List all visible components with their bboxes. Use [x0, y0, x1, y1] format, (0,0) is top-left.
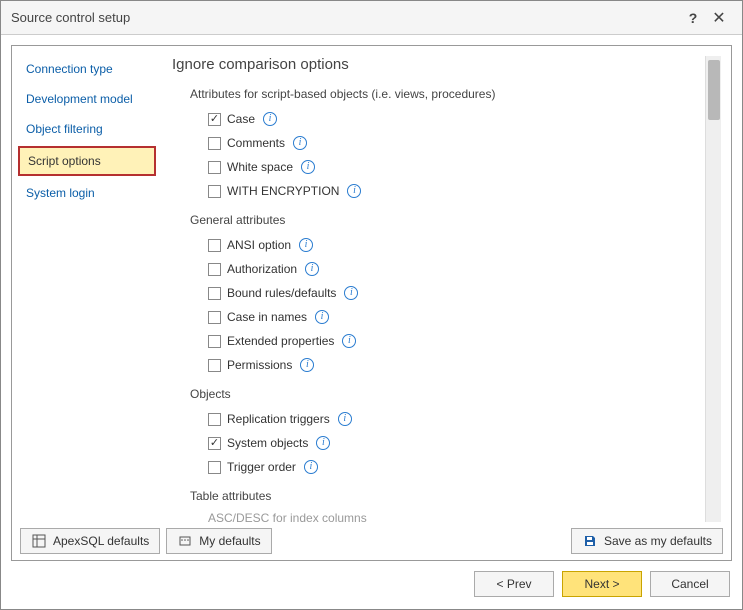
cancel-button[interactable]: Cancel: [650, 571, 730, 597]
defaults-toolbar: ApexSQL defaults My defaults Save as my …: [12, 522, 731, 560]
option-label: Case: [227, 112, 255, 126]
info-icon[interactable]: i: [263, 112, 277, 126]
button-label: Save as my defaults: [604, 534, 712, 548]
option-checkbox[interactable]: [208, 185, 221, 198]
sidebar-item-label: Development model: [26, 92, 133, 106]
sidebar-item-label: System login: [26, 186, 95, 200]
info-icon[interactable]: i: [293, 136, 307, 150]
inner-panel: Connection type Development model Object…: [11, 45, 732, 561]
option-row: White space i: [208, 157, 693, 177]
info-icon[interactable]: i: [344, 286, 358, 300]
info-icon[interactable]: i: [315, 310, 329, 324]
sidebar-item-development-model[interactable]: Development model: [18, 86, 156, 112]
option-checkbox[interactable]: [208, 461, 221, 474]
sidebar-item-label: Connection type: [26, 62, 113, 76]
next-button[interactable]: Next >: [562, 571, 642, 597]
option-row: Comments i: [208, 133, 693, 153]
option-row: Permissions i: [208, 355, 693, 375]
info-icon[interactable]: i: [299, 238, 313, 252]
section-title: Objects: [190, 387, 693, 401]
option-checkbox[interactable]: [208, 137, 221, 150]
close-button[interactable]: ✕: [706, 5, 732, 31]
option-row: Bound rules/defaults i: [208, 283, 693, 303]
option-label: Case in names: [227, 310, 307, 324]
section-title: Attributes for script-based objects (i.e…: [190, 87, 693, 101]
sidebar-item-script-options[interactable]: Script options: [18, 146, 156, 176]
save-as-my-defaults-button[interactable]: Save as my defaults: [571, 528, 723, 554]
option-label: Extended properties: [227, 334, 334, 348]
sidebar-item-connection-type[interactable]: Connection type: [18, 56, 156, 82]
button-label: ApexSQL defaults: [53, 534, 149, 548]
option-checkbox[interactable]: [208, 311, 221, 324]
option-checkbox[interactable]: [208, 359, 221, 372]
option-row: Case in names i: [208, 307, 693, 327]
option-row: Extended properties i: [208, 331, 693, 351]
option-label: White space: [227, 160, 293, 174]
option-label: Authorization: [227, 262, 297, 276]
apexsql-defaults-button[interactable]: ApexSQL defaults: [20, 528, 160, 554]
option-checkbox[interactable]: [208, 161, 221, 174]
option-row: Authorization i: [208, 259, 693, 279]
option-checkbox[interactable]: [208, 335, 221, 348]
option-label: Trigger order: [227, 460, 296, 474]
option-label: Permissions: [227, 358, 292, 372]
option-label: Bound rules/defaults: [227, 286, 336, 300]
info-icon[interactable]: i: [316, 436, 330, 450]
option-label: ANSI option: [227, 238, 291, 252]
info-icon[interactable]: i: [347, 184, 361, 198]
section-title: Table attributes: [190, 489, 693, 503]
button-label: Cancel: [671, 577, 708, 591]
option-row: WITH ENCRYPTION i: [208, 181, 693, 201]
main-panel: Ignore comparison options Attributes for…: [162, 46, 731, 522]
option-row: ANSI option i: [208, 235, 693, 255]
option-checkbox[interactable]: ✓: [208, 437, 221, 450]
option-checkbox[interactable]: [208, 239, 221, 252]
sidebar-item-label: Script options: [28, 154, 101, 168]
button-label: My defaults: [199, 534, 260, 548]
option-row: ✓ System objects i: [208, 433, 693, 453]
option-checkbox[interactable]: [208, 263, 221, 276]
close-icon: ✕: [712, 8, 725, 28]
option-label: Comments: [227, 136, 285, 150]
content-area: Connection type Development model Object…: [12, 46, 731, 522]
dialog-body: Connection type Development model Object…: [1, 35, 742, 609]
window-title: Source control setup: [11, 10, 680, 25]
vertical-scrollbar[interactable]: [705, 56, 721, 522]
option-label: System objects: [227, 436, 308, 450]
wizard-footer: < Prev Next > Cancel: [11, 561, 732, 599]
option-label: WITH ENCRYPTION: [227, 184, 339, 198]
options-scroll-area: Ignore comparison options Attributes for…: [172, 56, 705, 522]
info-icon[interactable]: i: [301, 160, 315, 174]
sidebar-item-object-filtering[interactable]: Object filtering: [18, 116, 156, 142]
save-icon: [582, 533, 598, 549]
button-label: Next >: [584, 577, 619, 591]
user-defaults-icon: [177, 533, 193, 549]
sidebar: Connection type Development model Object…: [12, 46, 162, 522]
button-label: < Prev: [496, 577, 531, 591]
info-icon[interactable]: i: [342, 334, 356, 348]
option-checkbox[interactable]: [208, 287, 221, 300]
option-row: Replication triggers i: [208, 409, 693, 429]
my-defaults-button[interactable]: My defaults: [166, 528, 271, 554]
sidebar-item-label: Object filtering: [26, 122, 103, 136]
page-title: Ignore comparison options: [172, 56, 693, 73]
titlebar: Source control setup ? ✕: [1, 1, 742, 35]
option-row: Trigger order i: [208, 457, 693, 477]
info-icon[interactable]: i: [338, 412, 352, 426]
info-icon[interactable]: i: [305, 262, 319, 276]
option-row: ✓ Casei: [208, 109, 693, 129]
info-icon[interactable]: i: [304, 460, 318, 474]
grid-reset-icon: [31, 533, 47, 549]
cutoff-option: ASC/DESC for index columns: [208, 511, 693, 522]
help-button[interactable]: ?: [680, 5, 706, 31]
section-title: General attributes: [190, 213, 693, 227]
scrollbar-thumb[interactable]: [708, 60, 720, 120]
info-icon[interactable]: i: [300, 358, 314, 372]
dialog-window: Source control setup ? ✕ Connection type…: [0, 0, 743, 610]
option-checkbox[interactable]: [208, 413, 221, 426]
sidebar-item-system-login[interactable]: System login: [18, 180, 156, 206]
prev-button[interactable]: < Prev: [474, 571, 554, 597]
option-checkbox[interactable]: ✓: [208, 113, 221, 126]
option-label: Replication triggers: [227, 412, 330, 426]
